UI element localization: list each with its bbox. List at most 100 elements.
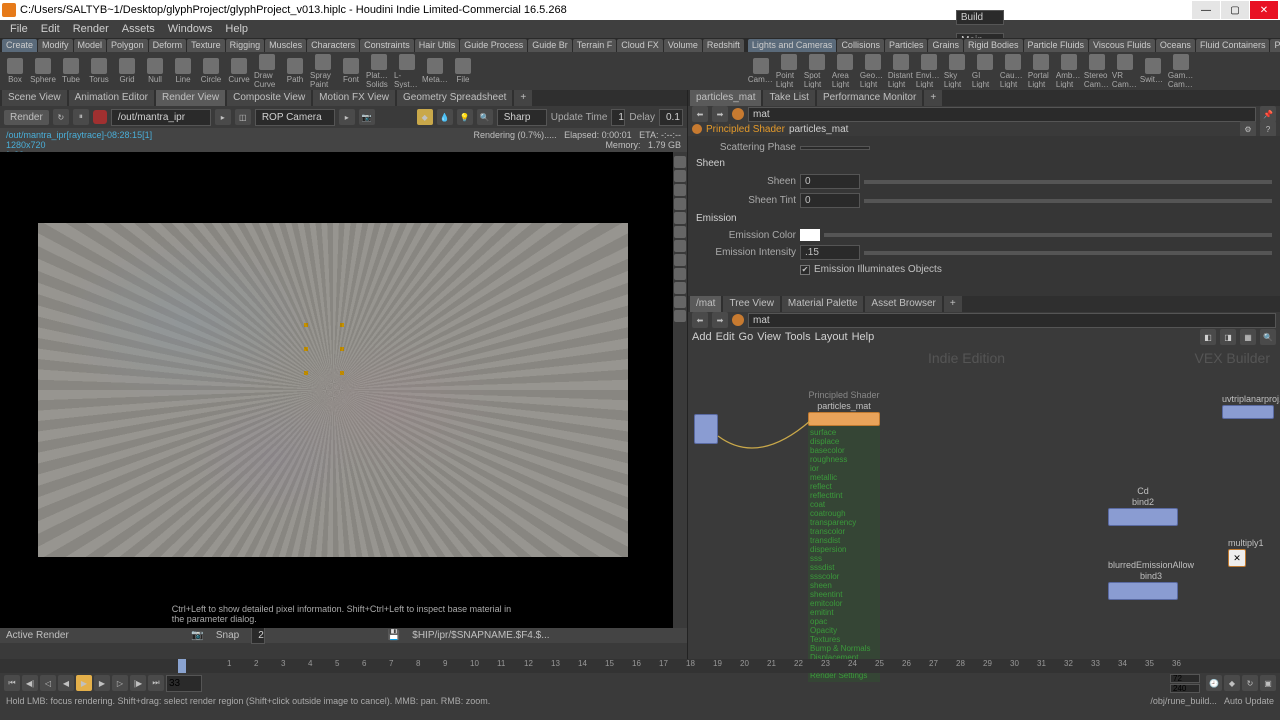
menu-help[interactable]: Help (219, 21, 254, 37)
shelf-tool[interactable]: Camera (748, 54, 774, 88)
shelf-tab[interactable]: Collisions (837, 39, 884, 52)
shelf-tool[interactable]: Switcher (1140, 54, 1166, 88)
sheen-field[interactable]: 0 (800, 174, 860, 189)
net-menu-add[interactable]: Add (692, 331, 712, 343)
em-ill-check[interactable]: ✔ (800, 265, 810, 275)
shelf-tool[interactable]: Circle (198, 54, 224, 88)
shelf-tool[interactable]: File (450, 54, 476, 88)
tab-particles-mat[interactable]: particles_mat (690, 90, 761, 106)
shelf-tab[interactable]: Guide Process (460, 39, 527, 52)
play-button[interactable]: ▶ (76, 675, 92, 691)
pin-icon[interactable]: 📌 (1260, 106, 1276, 122)
shelf-tab[interactable]: Viscous Fluids (1089, 39, 1155, 52)
shelf-tool[interactable]: GI Light (972, 54, 998, 88)
shelf-tool[interactable]: Geometry Light (860, 54, 886, 88)
sheen-tint-slider[interactable] (864, 199, 1272, 203)
menu-windows[interactable]: Windows (162, 21, 219, 37)
gear-icon[interactable]: ⚙ (1240, 121, 1256, 137)
snap-count[interactable]: 2 (251, 627, 265, 644)
step-back-button[interactable]: ◁ (40, 675, 56, 691)
vp-tool-7[interactable] (674, 240, 686, 252)
shelf-tool[interactable]: VR Camera (1112, 54, 1138, 88)
tab-anim-editor[interactable]: Animation Editor (69, 90, 154, 106)
camera-arrow-icon[interactable]: ▸ (339, 109, 355, 125)
refresh-button[interactable]: ↻ (53, 109, 69, 125)
vp-tool-2[interactable] (674, 170, 686, 182)
node-uvtriplanar[interactable]: uvtriplanarproj... (1222, 394, 1280, 419)
shelf-tool[interactable]: Area Light (832, 54, 858, 88)
shelf-tool[interactable]: Tube (58, 54, 84, 88)
tab-perf-mon[interactable]: Performance Monitor (817, 90, 922, 106)
network-canvas[interactable]: Indie Edition VEX Builder Principled Sha… (688, 346, 1280, 659)
shelf-tool[interactable]: Font (338, 54, 364, 88)
shelf-tab[interactable]: Grains (928, 39, 963, 52)
net-path-input[interactable] (748, 313, 1276, 328)
net-forward-button[interactable]: ➡ (712, 312, 728, 328)
shelf-tool[interactable]: Line (170, 54, 196, 88)
tab-mat[interactable]: /mat (690, 296, 721, 312)
shelf-tool[interactable]: Metaball (422, 54, 448, 88)
shelf-tab[interactable]: Rigid Bodies (964, 39, 1023, 52)
vp-tool-1[interactable] (674, 156, 686, 168)
sheen-header[interactable]: Sheen (692, 155, 1276, 172)
first-frame-button[interactable]: ⏮ (4, 675, 20, 691)
menu-assets[interactable]: Assets (116, 21, 161, 37)
shelf-tab[interactable]: Rigging (226, 39, 265, 52)
stop-button[interactable] (93, 110, 107, 124)
vp-tool-11[interactable] (674, 296, 686, 308)
next-key-button[interactable]: |▶ (130, 675, 146, 691)
tab-composite[interactable]: Composite View (227, 90, 311, 106)
shelf-tool[interactable]: Spot Light (804, 54, 830, 88)
shelf-tab[interactable]: Create (2, 39, 37, 52)
play-fwd-button[interactable]: ▶ (94, 675, 110, 691)
emission-header[interactable]: Emission (692, 210, 1276, 227)
save-icon[interactable]: 💾 (388, 630, 400, 641)
shelf-tab[interactable]: Deform (149, 39, 187, 52)
tab-asset[interactable]: Asset Browser (865, 296, 941, 312)
tab-motionfx[interactable]: Motion FX View (313, 90, 395, 106)
menu-render[interactable]: Render (67, 21, 115, 37)
shelf-tab[interactable]: Guide Br (528, 39, 572, 52)
vp-tool-8[interactable] (674, 254, 686, 266)
playhead[interactable] (178, 659, 186, 673)
shelf-tab[interactable]: Populate Containers (1270, 39, 1280, 52)
quality-select[interactable]: Sharp (497, 109, 547, 126)
status-auto-update[interactable]: Auto Update (1224, 696, 1274, 706)
realtime-icon[interactable]: ▣ (1260, 675, 1276, 691)
vp-tool-5[interactable] (674, 212, 686, 224)
delay-field[interactable]: 0.1 (659, 109, 683, 126)
net-back-button[interactable]: ⬅ (692, 312, 708, 328)
shelf-tool[interactable]: Torus (86, 54, 112, 88)
prev-key-button[interactable]: ◀| (22, 675, 38, 691)
shelf-tab[interactable]: Muscles (265, 39, 306, 52)
tab-geosheet[interactable]: Geometry Spreadsheet (397, 90, 512, 106)
tab-render-view[interactable]: Render View (156, 90, 225, 106)
tab-matpal[interactable]: Material Palette (782, 296, 863, 312)
hip-path[interactable]: $HIP/ipr/$SNAPNAME.$F4.$... (412, 630, 549, 641)
render-button[interactable]: Render (4, 110, 49, 125)
shelf-tab[interactable]: Characters (307, 39, 359, 52)
shelf-tool[interactable]: Curve (226, 54, 252, 88)
loop-icon[interactable]: ↻ (1242, 675, 1258, 691)
em-color-slider[interactable] (824, 233, 1272, 237)
net-menu-tools[interactable]: Tools (785, 331, 811, 343)
key-icon[interactable]: ◆ (1224, 675, 1240, 691)
tab-add-top[interactable]: + (924, 90, 942, 106)
tab-scene-view[interactable]: Scene View (2, 90, 67, 106)
clock-icon[interactable]: 🕘 (1206, 675, 1222, 691)
render-node-field[interactable]: /out/mantra_ipr (111, 109, 211, 126)
last-frame-button[interactable]: ⏭ (148, 675, 164, 691)
shelf-tool[interactable]: Null (142, 54, 168, 88)
tab-add-bot[interactable]: + (944, 296, 962, 312)
shelf-tab[interactable]: Cloud FX (617, 39, 663, 52)
shelf-tool[interactable]: Draw Curve (254, 54, 280, 88)
light-icon[interactable]: 💡 (457, 109, 473, 125)
timeline-ruler[interactable]: 1234567891011121314151617181920212223242… (0, 659, 1280, 673)
global-end-field[interactable] (1170, 684, 1200, 693)
vp-tool-6[interactable] (674, 226, 686, 238)
dropper-icon[interactable]: 💧 (437, 109, 453, 125)
vp-tool-9[interactable] (674, 268, 686, 280)
em-color-swatch[interactable] (800, 229, 820, 241)
tab-add[interactable]: + (514, 90, 532, 106)
net-menu-edit[interactable]: Edit (716, 331, 735, 343)
